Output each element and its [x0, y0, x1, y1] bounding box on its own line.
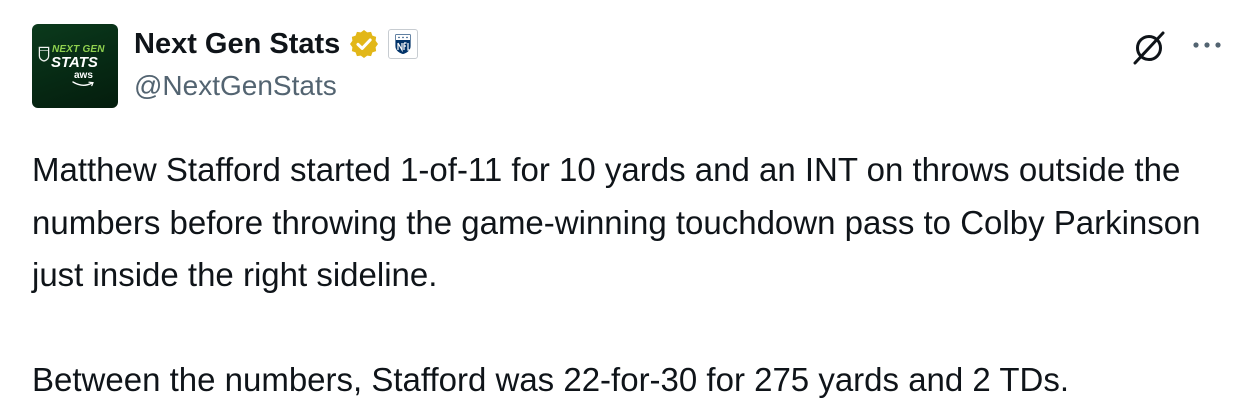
verified-badge-icon[interactable] [348, 28, 380, 60]
avatar-brand-sponsor: aws [74, 70, 93, 81]
avatar-brand-main: STATS [51, 54, 98, 71]
tweet-text: Matthew Stafford started 1-of-11 for 10 … [32, 144, 1228, 406]
more-dots-icon[interactable] [1190, 30, 1224, 60]
nfl-logo-icon [38, 46, 50, 62]
author-name-row: Next Gen Stats [134, 26, 419, 62]
tweet-paragraph: Matthew Stafford started 1-of-11 for 10 … [32, 151, 1201, 293]
author-handle[interactable]: @NextGenStats [134, 68, 337, 104]
tweet-card: NEXT GEN STATS aws Next Gen Stats @NextG… [0, 0, 1250, 414]
avatar[interactable]: NEXT GEN STATS aws [32, 24, 118, 108]
affiliate-badge[interactable] [388, 29, 419, 59]
grok-slash-circle-icon[interactable] [1128, 26, 1170, 68]
tweet-paragraph: Between the numbers, Stafford was 22-for… [32, 360, 1070, 398]
aws-smile-icon [72, 81, 94, 87]
display-name[interactable]: Next Gen Stats [134, 26, 340, 62]
nfl-shield-icon [394, 33, 412, 55]
